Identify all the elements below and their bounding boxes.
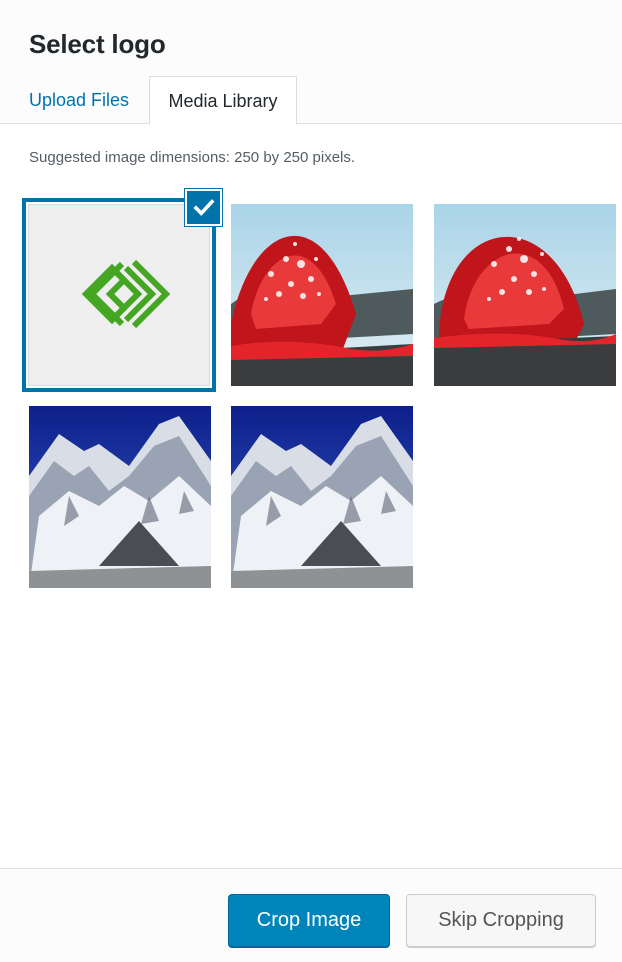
modal-title: Select logo xyxy=(29,29,166,59)
lava-photo xyxy=(231,204,413,386)
media-item-lava-2[interactable] xyxy=(434,204,616,386)
modal-header: Select logo Upload Files Media Library xyxy=(0,0,622,125)
tab-media-library[interactable]: Media Library xyxy=(149,76,297,125)
selected-check-icon[interactable] xyxy=(185,189,222,226)
mountain-photo xyxy=(231,406,413,588)
lava-photo xyxy=(434,204,616,386)
media-item-logo[interactable] xyxy=(22,198,216,392)
skip-cropping-button[interactable]: Skip Cropping xyxy=(406,894,596,947)
media-item-mountain-1[interactable] xyxy=(29,406,211,588)
media-item-lava-1[interactable] xyxy=(231,204,413,386)
media-item-mountain-2[interactable] xyxy=(231,406,413,588)
logo-diamonds-icon xyxy=(81,259,171,329)
suggested-dimensions-text: Suggested image dimensions: 250 by 250 p… xyxy=(29,149,356,166)
crop-image-button[interactable]: Crop Image xyxy=(228,894,390,947)
mountain-photo xyxy=(29,406,211,588)
tab-upload-files[interactable]: Upload Files xyxy=(29,90,129,111)
